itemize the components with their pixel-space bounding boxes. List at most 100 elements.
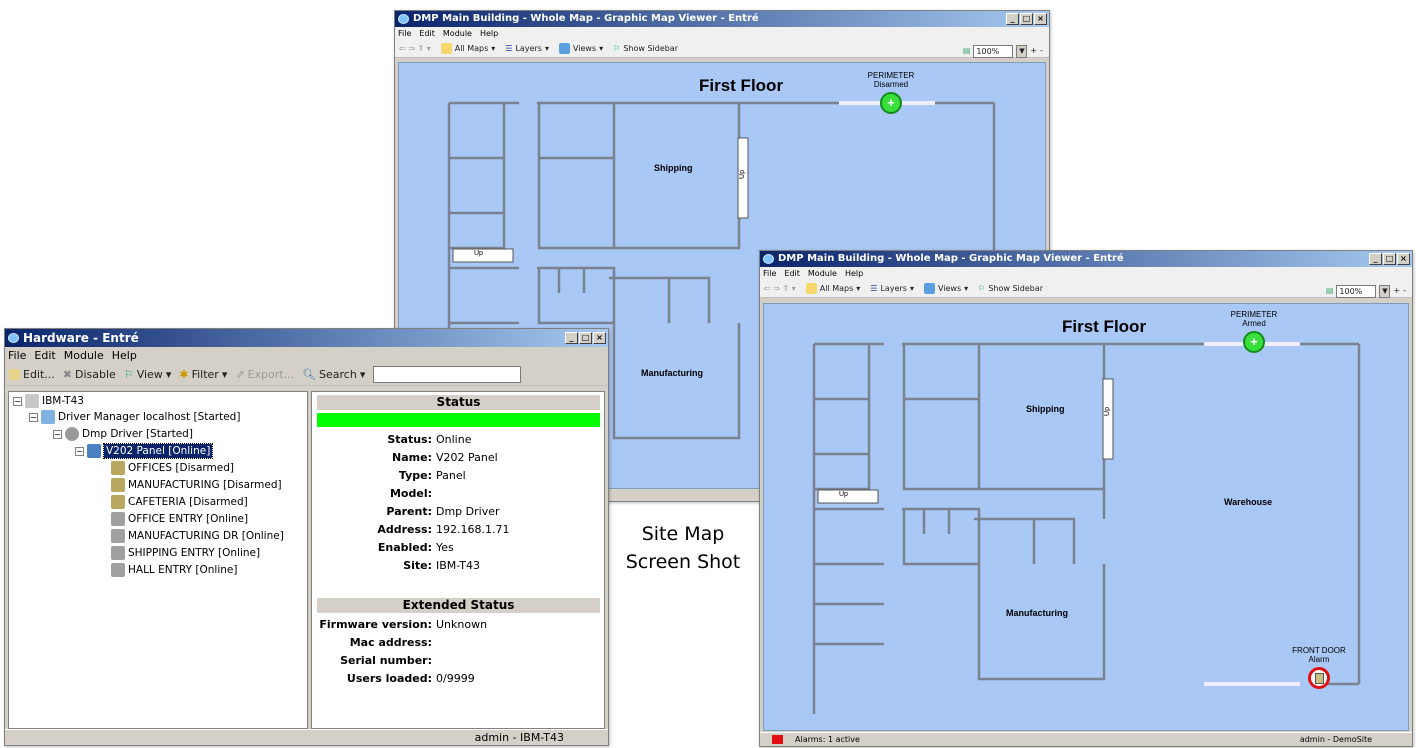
menu-file[interactable]: File bbox=[8, 347, 26, 364]
top-map-toolbar: ⇐ ⇒ ⇑ ▾ All Maps ▾ ☰ Layers ▾ Views ▾ ⚐ Sh… bbox=[395, 40, 1049, 58]
right-map-canvas[interactable]: First Floor Shipping Warehouse Manufactu… bbox=[763, 303, 1409, 731]
hardware-menubar: File Edit Module Help bbox=[5, 347, 608, 364]
maximize-button[interactable]: □ bbox=[1020, 13, 1033, 25]
views-icon bbox=[923, 283, 935, 294]
tree-node-area[interactable]: CAFETERIA [Disarmed] bbox=[111, 495, 248, 509]
tree-node-driver-manager[interactable]: − Driver Manager localhost [Started] bbox=[29, 410, 240, 424]
menu-help[interactable]: Help bbox=[480, 27, 498, 40]
collapse-icon[interactable]: − bbox=[29, 412, 38, 422]
computer-icon bbox=[25, 394, 39, 408]
hardware-titlebar[interactable]: Hardware - Entré _ □ × bbox=[5, 329, 608, 347]
filter-button[interactable]: ✱ Filter ▾ bbox=[179, 364, 227, 386]
area-icon bbox=[111, 478, 125, 492]
stair-label-up-b: Up bbox=[1103, 407, 1111, 416]
layers-icon: ☰ bbox=[870, 283, 878, 293]
layers-icon: ☰ bbox=[505, 43, 513, 53]
zoom-select[interactable]: 100% bbox=[1336, 284, 1377, 298]
export-button[interactable]: ⇗ Export... bbox=[235, 364, 294, 386]
view-button[interactable]: ⚐ View ▾ bbox=[124, 364, 172, 386]
tree-node-door[interactable]: MANUFACTURING DR [Online] bbox=[111, 529, 284, 543]
zoom-dropdown-icon[interactable]: ▼ bbox=[1016, 44, 1028, 58]
tree-node-root[interactable]: − IBM-T43 bbox=[13, 394, 84, 408]
tree-node-door[interactable]: HALL ENTRY [Online] bbox=[111, 563, 237, 577]
stair-label-up-a: Up bbox=[839, 491, 848, 498]
tree-node-dmp-driver[interactable]: − Dmp Driver [Started] bbox=[53, 427, 193, 441]
hardware-tree: − IBM-T43 − Driver Manager localhost [Star… bbox=[8, 391, 308, 729]
menu-module[interactable]: Module bbox=[443, 27, 472, 40]
perimeter-disarmed-icon[interactable]: + bbox=[880, 92, 902, 114]
zoom-select[interactable]: 100% bbox=[973, 44, 1014, 58]
zoom-dropdown-icon[interactable]: ▼ bbox=[1379, 284, 1391, 298]
close-button[interactable]: × bbox=[1397, 253, 1410, 265]
layers-button[interactable]: ☰ Layers ▾ bbox=[505, 40, 549, 58]
front-door-alarm-icon[interactable] bbox=[1308, 667, 1330, 689]
perimeter-zone[interactable]: PERIMETER Armed + bbox=[1224, 310, 1284, 353]
door-icon bbox=[111, 529, 125, 543]
top-map-titlebar[interactable]: DMP Main Building - Whole Map - Graphic … bbox=[395, 11, 1049, 27]
collapse-icon[interactable]: − bbox=[75, 446, 84, 456]
search-button[interactable]: 🔍︎ Search ▾ bbox=[302, 364, 365, 386]
all-maps-button[interactable]: All Maps ▾ bbox=[440, 40, 495, 58]
print-icon[interactable]: ▤ bbox=[963, 42, 971, 60]
menu-module[interactable]: Module bbox=[808, 267, 837, 280]
door-icon bbox=[111, 563, 125, 577]
zoom-in-button[interactable]: + bbox=[1393, 282, 1400, 300]
door-icon bbox=[111, 512, 125, 526]
status-user: admin - DemoSite bbox=[1299, 735, 1372, 744]
tree-node-panel[interactable]: − V202 Panel [Online] bbox=[75, 443, 214, 459]
disable-button[interactable]: ✖ Disable bbox=[63, 364, 116, 386]
folder-icon bbox=[440, 43, 452, 54]
search-input[interactable] bbox=[373, 366, 522, 383]
print-icon[interactable]: ▤ bbox=[1326, 282, 1334, 300]
perimeter-zone[interactable]: PERIMETER Disarmed + bbox=[861, 71, 921, 114]
right-map-titlebar[interactable]: DMP Main Building - Whole Map - Graphic … bbox=[760, 251, 1412, 267]
entre-app-icon bbox=[398, 14, 409, 24]
menu-edit[interactable]: Edit bbox=[419, 27, 435, 40]
menu-file[interactable]: File bbox=[763, 267, 776, 280]
menu-help[interactable]: Help bbox=[112, 347, 137, 364]
menu-module[interactable]: Module bbox=[64, 347, 104, 364]
maximize-button[interactable]: □ bbox=[1383, 253, 1396, 265]
close-button[interactable]: × bbox=[593, 332, 606, 344]
nav-arrows-icon[interactable]: ⇐ ⇒ ⇑ ▾ bbox=[764, 280, 796, 298]
right-map-title: DMP Main Building - Whole Map - Graphic … bbox=[778, 253, 1124, 264]
zoom-out-button[interactable]: - bbox=[1040, 42, 1043, 60]
collapse-icon[interactable]: − bbox=[13, 396, 22, 406]
front-door-zone[interactable]: FRONT DOOR Alarm bbox=[1284, 646, 1354, 689]
menu-help[interactable]: Help bbox=[845, 267, 863, 280]
maximize-button[interactable]: □ bbox=[579, 332, 592, 344]
show-sidebar-button[interactable]: ⚐ Show Sidebar bbox=[978, 280, 1043, 298]
minimize-button[interactable]: _ bbox=[565, 332, 578, 344]
nav-arrows-icon[interactable]: ⇐ ⇒ ⇑ ▾ bbox=[399, 40, 431, 58]
tree-node-area[interactable]: MANUFACTURING [Disarmed] bbox=[111, 478, 282, 492]
caption: Site Map Screen Shot bbox=[616, 520, 750, 576]
top-map-title: DMP Main Building - Whole Map - Graphic … bbox=[413, 13, 759, 24]
minimize-button[interactable]: _ bbox=[1369, 253, 1382, 265]
collapse-icon[interactable]: − bbox=[53, 429, 62, 439]
driver-gear-icon bbox=[65, 427, 79, 441]
menu-edit[interactable]: Edit bbox=[784, 267, 800, 280]
room-label-warehouse: Warehouse bbox=[1224, 497, 1273, 507]
tree-node-door[interactable]: SHIPPING ENTRY [Online] bbox=[111, 546, 260, 560]
menu-file[interactable]: File bbox=[398, 27, 411, 40]
caption-line-2: Screen Shot bbox=[625, 551, 741, 573]
layers-button[interactable]: ☰ Layers ▾ bbox=[870, 280, 914, 298]
perimeter-armed-icon[interactable]: + bbox=[1243, 331, 1265, 353]
menu-edit[interactable]: Edit bbox=[34, 347, 55, 364]
views-icon bbox=[558, 43, 570, 54]
alarm-indicator bbox=[772, 735, 783, 744]
all-maps-button[interactable]: All Maps ▾ bbox=[805, 280, 860, 298]
show-sidebar-button[interactable]: ⚐ Show Sidebar bbox=[613, 40, 678, 58]
folder-icon bbox=[805, 283, 817, 294]
close-button[interactable]: × bbox=[1034, 13, 1047, 25]
views-button[interactable]: Views ▾ bbox=[558, 40, 603, 58]
tree-node-door[interactable]: OFFICE ENTRY [Online] bbox=[111, 512, 248, 526]
right-map-statusbar: Alarms: 1 active admin - DemoSite bbox=[760, 732, 1412, 746]
zoom-out-button[interactable]: - bbox=[1403, 282, 1406, 300]
tree-node-area[interactable]: OFFICES [Disarmed] bbox=[111, 461, 234, 475]
minimize-button[interactable]: _ bbox=[1006, 13, 1019, 25]
right-map-toolbar: ⇐ ⇒ ⇑ ▾ All Maps ▾ ☰ Layers ▾ Views ▾ ⚐ Sh… bbox=[760, 280, 1412, 298]
zoom-in-button[interactable]: + bbox=[1030, 42, 1037, 60]
views-button[interactable]: Views ▾ bbox=[923, 280, 968, 298]
edit-button[interactable]: Edit... bbox=[9, 364, 55, 386]
